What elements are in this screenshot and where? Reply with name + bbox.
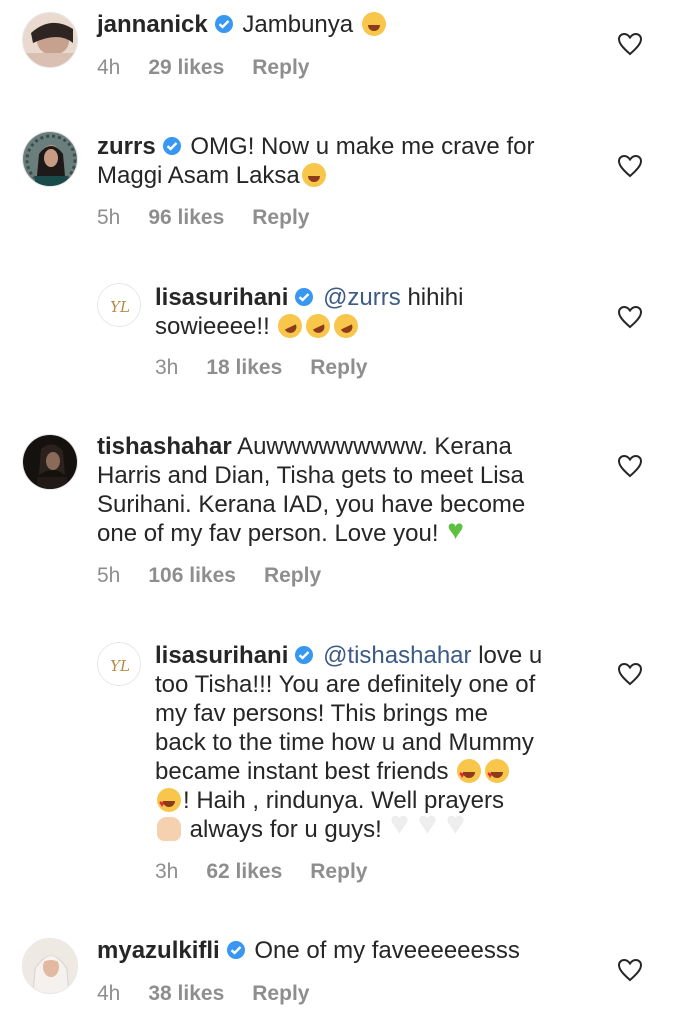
heart-eyes-emoji-icon — [457, 759, 482, 790]
verified-badge-icon — [214, 15, 233, 33]
heart-outline-icon[interactable] — [617, 32, 643, 56]
comment-time: 3h — [155, 860, 179, 883]
white-heart-emoji-icon — [446, 809, 470, 841]
rofl-emoji-icon — [330, 310, 363, 342]
heart-outline-icon[interactable] — [617, 662, 643, 686]
comment-username[interactable]: lisasurihani — [155, 642, 288, 669]
mention-link[interactable]: @zurrs — [323, 284, 401, 311]
verified-badge-icon — [226, 941, 245, 959]
comment-likes[interactable]: 18 likes — [206, 356, 282, 379]
comment-body: lisasurihani @zurrs hihihi sowieeee!! — [155, 283, 615, 342]
avatar[interactable] — [22, 434, 78, 490]
comment-text-line: Auwwwwwwwww. Kerana — [237, 433, 512, 460]
reply-button[interactable]: Reply — [252, 56, 309, 79]
white-heart-emoji-icon — [418, 809, 442, 841]
mention-link[interactable]: @tishashahar — [323, 642, 471, 669]
comment-text: One of my faveeeeeesss — [254, 937, 520, 964]
yum-emoji-icon — [301, 163, 326, 187]
comment-text-line: Surihani. Kerana IAD, you have become — [97, 491, 526, 518]
comment-body: jannanick Jambunya — [97, 10, 597, 39]
verified-badge-icon — [162, 137, 181, 155]
comment-body: tishashahar Auwwwwwwwww. Kerana Harris a… — [97, 432, 617, 548]
comment-text-line: became instant best friends — [155, 758, 449, 785]
svg-text:YL: YL — [110, 657, 130, 675]
svg-text:YL: YL — [110, 298, 130, 316]
comment-text-line: sowieeee!! — [155, 313, 270, 340]
reply-button[interactable]: Reply — [310, 356, 367, 379]
comment-meta: 4h 38 likes Reply — [97, 982, 309, 1006]
comment-meta: 5h 96 likes Reply — [97, 206, 309, 230]
comment-likes[interactable]: 29 likes — [148, 56, 224, 79]
comment-likes[interactable]: 106 likes — [148, 564, 236, 587]
heart-outline-icon[interactable] — [617, 154, 643, 178]
verified-badge-icon — [295, 288, 314, 306]
comment-meta: 3h 62 likes Reply — [155, 860, 367, 884]
comment-text-line: love u — [478, 642, 543, 669]
comment-time: 4h — [97, 56, 121, 79]
comment-time: 5h — [97, 564, 121, 587]
reply-button[interactable]: Reply — [252, 206, 309, 229]
heart-eyes-emoji-icon — [157, 788, 181, 819]
reply-button[interactable]: Reply — [310, 860, 367, 883]
comment-username[interactable]: zurrs — [97, 133, 156, 160]
comment-username[interactable]: lisasurihani — [155, 284, 288, 311]
laughing-tears-emoji-icon — [361, 12, 386, 36]
comment-body: zurrs OMG! Now u make me crave for Maggi… — [97, 132, 597, 190]
heart-outline-icon[interactable] — [617, 958, 643, 982]
avatar[interactable]: YL — [97, 642, 141, 686]
comment-text-line: hihihi — [407, 284, 464, 311]
comment-body: lisasurihani @tishashahar love u too Tis… — [155, 641, 615, 844]
comment-text-line: OMG! Now u make me crave for — [190, 133, 535, 160]
comment-username[interactable]: tishashahar — [97, 433, 232, 460]
comment-likes[interactable]: 96 likes — [148, 206, 224, 229]
avatar[interactable] — [22, 131, 78, 187]
white-heart-emoji-icon — [390, 809, 414, 841]
comment-text-line: Harris and Dian, Tisha gets to meet Lisa — [97, 462, 524, 489]
comment-text-line: always for u guys! — [189, 816, 382, 843]
green-heart-emoji-icon — [447, 515, 471, 545]
rofl-emoji-icon — [274, 310, 307, 342]
reply-button[interactable]: Reply — [264, 564, 321, 587]
comment-body: myazulkifli One of my faveeeeeesss — [97, 936, 617, 965]
comment-time: 3h — [155, 356, 179, 379]
comment-time: 5h — [97, 206, 121, 229]
comment-text-line: my fav persons! This brings me — [155, 700, 489, 727]
avatar[interactable] — [22, 12, 78, 68]
heart-eyes-emoji-icon — [485, 759, 510, 790]
comment-text-line: Maggi Asam Laksa — [97, 162, 300, 189]
comments-feed: jannanick Jambunya 4h 29 likes Reply zurrs… — [0, 0, 679, 1024]
comment-text-line: one of my fav person. Love you! — [97, 520, 439, 547]
verified-badge-icon — [295, 646, 314, 664]
comment-username[interactable]: jannanick — [97, 11, 208, 38]
comment-meta: 5h 106 likes Reply — [97, 564, 321, 588]
comment-meta: 3h 18 likes Reply — [155, 356, 367, 380]
heart-outline-icon[interactable] — [617, 454, 643, 478]
comment-meta: 4h 29 likes Reply — [97, 56, 309, 80]
raised-hands-emoji-icon — [157, 817, 181, 841]
avatar[interactable]: YL — [97, 283, 141, 327]
comment-text: Jambunya — [242, 11, 354, 38]
rofl-emoji-icon — [302, 310, 335, 342]
comment-likes[interactable]: 62 likes — [206, 860, 282, 883]
comment-text-line: back to the time how u and Mummy — [155, 729, 534, 756]
comment-text-line: too Tisha!!! You are definitely one of — [155, 671, 536, 698]
comment-time: 4h — [97, 982, 121, 1005]
reply-button[interactable]: Reply — [252, 982, 309, 1005]
comment-likes[interactable]: 38 likes — [148, 982, 224, 1005]
heart-outline-icon[interactable] — [617, 305, 643, 329]
avatar[interactable] — [22, 938, 78, 994]
comment-username[interactable]: myazulkifli — [97, 937, 220, 964]
